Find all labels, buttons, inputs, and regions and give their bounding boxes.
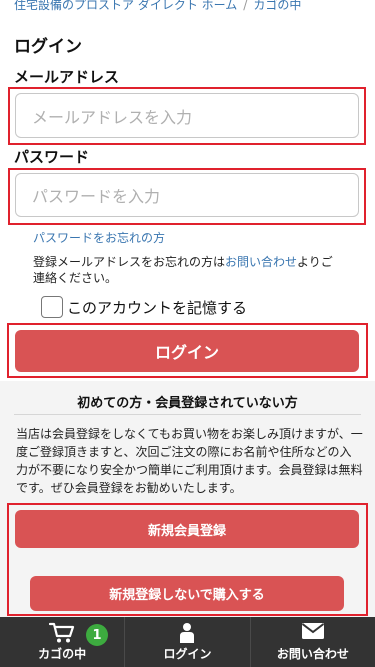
email-note: 登録メールアドレスをお忘れの方はお問い合わせよりご連絡ください。: [33, 254, 343, 286]
breadcrumb: 住宅設備のプロストア ダイレクト ホーム / カゴの中: [0, 0, 375, 24]
cart-icon: [49, 622, 75, 643]
cart-count-badge: 1: [86, 624, 108, 646]
email-note-text: 登録メールアドレスをお忘れの方は: [33, 255, 226, 269]
guest-description: 当店は会員登録をしなくてもお買い物をお楽しみ頂けますが、一度ご登録頂きますと、次…: [16, 427, 363, 495]
nav-cart[interactable]: 1 カゴの中: [0, 617, 126, 667]
breadcrumb-home-link[interactable]: 住宅設備のプロストア ダイレクト ホーム: [14, 0, 237, 12]
breadcrumb-current-link[interactable]: カゴの中: [253, 0, 301, 12]
guest-title: 初めての方・会員登録されていない方: [77, 396, 298, 411]
password-field[interactable]: パスワードを入力: [15, 173, 359, 217]
guest-purchase-button[interactable]: 新規登録しないで購入する: [30, 576, 344, 611]
password-label: パスワード: [14, 148, 90, 166]
remember-account[interactable]: このアカウントを記憶する: [41, 296, 247, 318]
email-label: メールアドレス: [14, 68, 120, 86]
contact-link[interactable]: お問い合わせ: [225, 255, 297, 269]
register-button[interactable]: 新規会員登録: [15, 510, 359, 548]
nav-cart-label: カゴの中: [38, 647, 87, 661]
remember-label[interactable]: このアカウントを記憶する: [67, 297, 247, 318]
page-title: ログイン: [14, 37, 82, 57]
nav-contact-label: お問い合わせ: [276, 647, 349, 661]
breadcrumb-separator: /: [243, 0, 248, 12]
forgot-password-link[interactable]: パスワードをお忘れの方: [33, 229, 165, 246]
remember-checkbox[interactable]: [41, 296, 63, 318]
nav-contact[interactable]: お問い合わせ: [251, 617, 375, 667]
guest-divider: [14, 414, 361, 415]
bottom-nav: 1 カゴの中 ログイン お問い合わせ: [0, 617, 375, 667]
nav-login-label: ログイン: [163, 647, 212, 661]
nav-login[interactable]: ログイン: [125, 617, 251, 667]
mail-icon: [301, 623, 324, 639]
person-icon: [180, 623, 195, 643]
email-field[interactable]: メールアドレスを入力: [15, 93, 359, 138]
login-button[interactable]: ログイン: [15, 330, 359, 372]
